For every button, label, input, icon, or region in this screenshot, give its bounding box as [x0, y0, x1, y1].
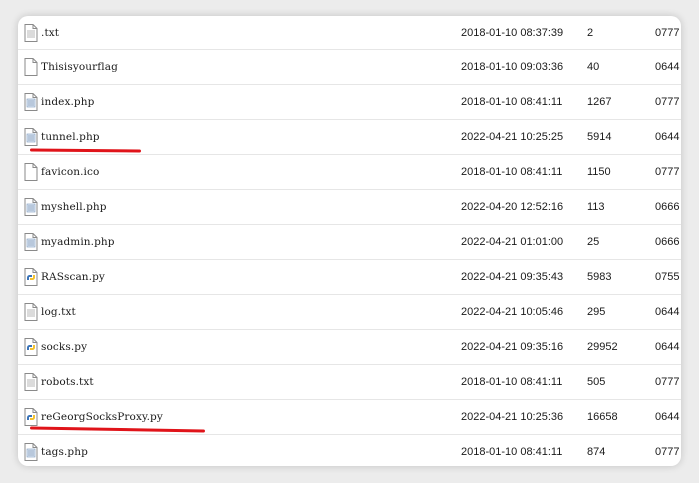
file-size: 113	[587, 201, 605, 213]
file-name[interactable]: Thisisyourflag	[41, 61, 118, 73]
python-file-icon	[24, 408, 38, 426]
file-name[interactable]: socks.py	[41, 341, 87, 353]
file-permissions[interactable]: 0644	[655, 61, 679, 73]
file-size: 1150	[587, 166, 611, 178]
text-file-icon	[24, 23, 38, 42]
file-row[interactable]: myshell.php 2022-04-20 12:52:16 113 0666	[18, 190, 681, 225]
file-row[interactable]: reGeorgSocksProxy.py 2022-04-21 10:25:36…	[18, 400, 681, 435]
php-file-icon	[24, 93, 38, 111]
file-size: 295	[587, 306, 606, 318]
file-size: 25	[587, 236, 600, 248]
file-row[interactable]: .txt 2018-01-10 08:37:39 2 0777	[18, 16, 681, 50]
blank-file-icon	[24, 58, 38, 76]
file-name[interactable]: robots.txt	[41, 376, 94, 388]
red-underline-annotation	[29, 148, 142, 153]
file-size: 505	[587, 376, 606, 388]
file-date: 2022-04-21 10:25:36	[461, 411, 564, 423]
file-row[interactable]: myadmin.php 2022-04-21 01:01:00 25 0666	[18, 225, 681, 260]
file-size: 5983	[587, 271, 612, 283]
file-date: 2018-01-10 08:37:39	[461, 26, 564, 39]
file-row[interactable]: tags.php 2018-01-10 08:41:11 874 0777	[18, 435, 681, 466]
file-name[interactable]: reGeorgSocksProxy.py	[41, 411, 163, 423]
file-permissions[interactable]: 0777	[655, 27, 679, 39]
file-row[interactable]: socks.py 2022-04-21 09:35:16 29952 0644	[18, 330, 681, 365]
python-file-icon	[24, 268, 38, 286]
file-date: 2022-04-20 12:52:16	[461, 201, 564, 213]
file-date: 2022-04-21 10:25:25	[461, 131, 564, 143]
file-name[interactable]: index.php	[41, 96, 94, 108]
file-date: 2018-01-10 08:41:11	[461, 96, 563, 108]
file-date: 2018-01-10 08:41:11	[461, 376, 563, 388]
python-file-icon	[24, 338, 38, 356]
file-size: 1267	[587, 96, 612, 108]
text-file-icon	[24, 373, 38, 391]
file-row[interactable]: robots.txt 2018-01-10 08:41:11 505 0777	[18, 365, 681, 400]
file-permissions[interactable]: 0644	[655, 131, 679, 143]
file-list-panel: .txt 2018-01-10 08:37:39 2 0777 Thisisyo…	[18, 16, 681, 466]
php-file-icon	[24, 443, 38, 461]
text-file-icon	[24, 303, 38, 321]
file-permissions[interactable]: 0644	[655, 411, 679, 423]
file-size: 5914	[587, 131, 612, 143]
file-name[interactable]: favicon.ico	[41, 166, 99, 178]
file-name[interactable]: myshell.php	[41, 201, 107, 213]
file-row[interactable]: log.txt 2022-04-21 10:05:46 295 0644	[18, 295, 681, 330]
file-permissions[interactable]: 0666	[655, 236, 679, 248]
file-permissions[interactable]: 0666	[655, 201, 679, 213]
file-permissions[interactable]: 0777	[655, 166, 679, 178]
blank-file-icon	[24, 163, 38, 181]
file-date: 2018-01-10 08:41:11	[461, 166, 563, 178]
file-permissions[interactable]: 0755	[655, 271, 679, 283]
file-row[interactable]: index.php 2018-01-10 08:41:11 1267 0777	[18, 85, 681, 120]
file-date: 2018-01-10 08:41:11	[461, 446, 563, 458]
file-row[interactable]: Thisisyourflag 2018-01-10 09:03:36 40 06…	[18, 50, 681, 85]
file-date: 2022-04-21 09:35:43	[461, 271, 564, 283]
file-row[interactable]: favicon.ico 2018-01-10 08:41:11 1150 077…	[18, 155, 681, 190]
file-date: 2022-04-21 10:05:46	[461, 306, 564, 318]
file-name[interactable]: .txt	[41, 27, 59, 39]
file-permissions[interactable]: 0777	[655, 446, 679, 458]
file-date: 2022-04-21 01:01:00	[461, 236, 564, 248]
file-size: 874	[587, 446, 606, 458]
file-date: 2018-01-10 09:03:36	[461, 61, 564, 73]
file-permissions[interactable]: 0777	[655, 96, 679, 108]
file-date: 2022-04-21 09:35:16	[461, 341, 564, 353]
red-underline-annotation	[29, 426, 206, 433]
file-row[interactable]: tunnel.php 2022-04-21 10:25:25 5914 0644	[18, 120, 681, 155]
php-file-icon	[24, 233, 38, 251]
php-file-icon	[24, 198, 38, 216]
file-permissions[interactable]: 0777	[655, 376, 679, 388]
file-row[interactable]: RASscan.py 2022-04-21 09:35:43 5983 0755	[18, 260, 681, 295]
file-size: 40	[587, 61, 600, 73]
file-name[interactable]: RASscan.py	[41, 271, 105, 283]
file-size: 16658	[587, 411, 618, 423]
file-permissions[interactable]: 0644	[655, 341, 679, 353]
file-permissions[interactable]: 0644	[655, 306, 679, 318]
file-name[interactable]: myadmin.php	[41, 236, 115, 248]
file-name[interactable]: tags.php	[41, 446, 88, 458]
file-name[interactable]: tunnel.php	[41, 131, 100, 143]
php-file-icon	[24, 128, 38, 146]
file-size: 2	[587, 26, 594, 39]
file-name[interactable]: log.txt	[41, 306, 76, 318]
file-size: 29952	[587, 341, 618, 353]
